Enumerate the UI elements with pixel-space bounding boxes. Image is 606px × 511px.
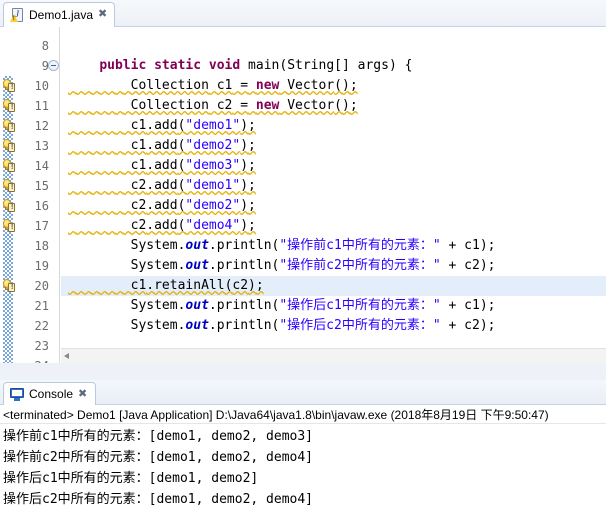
line-number-18: 18 [34, 239, 49, 253]
warning-lightbulb-icon[interactable] [2, 199, 15, 213]
line-number-23: 23 [34, 339, 49, 353]
line-number-19: 19 [34, 259, 49, 273]
code-line-11[interactable]: Collection c2 = new Vector(); [61, 96, 606, 116]
code-line-9[interactable]: public static void main(String[] args) { [61, 56, 606, 76]
editor-tab-bar: J Demo1.java ✖ [0, 0, 606, 27]
code-line-20[interactable]: c1.retainAll(c2); [61, 276, 606, 296]
console-output-line-3: 操作后c1中所有的元素：[demo1, demo2] [3, 471, 259, 486]
editor-horizontal-scrollbar[interactable] [61, 348, 606, 363]
warning-lightbulb-icon[interactable] [2, 139, 15, 153]
console-tab[interactable]: Console ✖ [3, 382, 97, 405]
warning-lightbulb-icon[interactable] [2, 279, 15, 293]
close-icon[interactable]: ✖ [98, 9, 107, 21]
editor-marker-bar[interactable] [0, 27, 16, 363]
java-file-warning-icon: J [10, 7, 24, 23]
editor-tab-demo1-java[interactable]: J Demo1.java ✖ [3, 2, 116, 27]
line-number-9: 9 [41, 59, 49, 73]
line-number-20: 20 [34, 279, 49, 293]
line-number-15: 15 [34, 179, 49, 193]
code-line-17[interactable]: c2.add("demo4"); [61, 216, 606, 236]
warning-lightbulb-icon[interactable] [2, 179, 15, 193]
editor-console-splitter[interactable] [0, 363, 606, 380]
code-line-21[interactable]: System.out.println("操作后c1中所有的元素：" + c1); [61, 296, 606, 316]
console-icon [10, 387, 24, 401]
code-line-15[interactable]: c2.add("demo1"); [61, 176, 606, 196]
warning-lightbulb-icon[interactable] [2, 119, 15, 133]
close-icon[interactable]: ✖ [78, 388, 87, 400]
code-line-12[interactable]: c1.add("demo1"); [61, 116, 606, 136]
code-line-19[interactable]: System.out.println("操作前c2中所有的元素：" + c2); [61, 256, 606, 276]
console-view: Console ✖ <terminated> Demo1 [Java Appli… [0, 380, 606, 511]
editor-tab-label: Demo1.java [29, 8, 94, 22]
editor-gutter-icons[interactable] [0, 27, 16, 363]
warning-lightbulb-icon[interactable] [2, 99, 15, 113]
console-status-line: <terminated> Demo1 [Java Application] D:… [0, 406, 606, 424]
line-number-22: 22 [34, 319, 49, 333]
line-number-11: 11 [34, 99, 49, 113]
line-number-12: 12 [34, 119, 49, 133]
scroll-left-arrow-icon[interactable] [64, 353, 69, 359]
warning-lightbulb-icon[interactable] [2, 219, 15, 233]
console-output-line-2: 操作前c2中所有的元素：[demo1, demo2, demo4] [3, 450, 314, 465]
line-number-24: 24 [15, 356, 49, 363]
code-line-16[interactable]: c2.add("demo2"); [61, 196, 606, 216]
line-number-14: 14 [34, 159, 49, 173]
warning-lightbulb-icon[interactable] [2, 79, 15, 93]
console-tab-label: Console [29, 387, 74, 401]
code-text-area[interactable]: public static void main(String[] args) {… [61, 27, 606, 363]
code-editor[interactable]: 8 9 10 11 12 13 14 15 16 17 18 19 20 21 22 23 24 public … [0, 27, 606, 363]
code-line-8[interactable] [61, 36, 606, 56]
code-line-18[interactable]: System.out.println("操作前c1中所有的元素：" + c1); [61, 236, 606, 256]
code-line-10[interactable]: Collection c1 = new Vector(); [61, 76, 606, 96]
code-line-13[interactable]: c1.add("demo2"); [61, 136, 606, 156]
fold-collapse-icon[interactable] [48, 60, 59, 71]
console-output-line-4: 操作后c2中所有的元素：[demo1, demo2, demo4] [3, 492, 314, 507]
code-line-14[interactable]: c1.add("demo3"); [61, 156, 606, 176]
console-tab-bar: Console ✖ [0, 380, 606, 405]
line-number-10: 10 [34, 79, 49, 93]
code-line-22[interactable]: System.out.println("操作后c2中所有的元素：" + c2); [61, 316, 606, 336]
warning-lightbulb-icon[interactable] [2, 159, 15, 173]
console-output[interactable]: 操作前c1中所有的元素：[demo1, demo2, demo3] 操作前c2中所… [0, 426, 606, 511]
eclipse-ide-window: J Demo1.java ✖ 8 9 10 11 12 13 14 15 16 17 18 19 20 2… [0, 0, 606, 511]
line-number-17: 17 [34, 219, 49, 233]
line-number-13: 13 [34, 139, 49, 153]
line-number-21: 21 [34, 299, 49, 313]
line-number-8: 8 [41, 39, 49, 53]
line-number-ruler: 8 9 10 11 12 13 14 15 16 17 18 19 20 21 22 23 24 [16, 27, 60, 363]
console-output-line-1: 操作前c1中所有的元素：[demo1, demo2, demo3] [3, 429, 314, 444]
line-number-16: 16 [34, 199, 49, 213]
